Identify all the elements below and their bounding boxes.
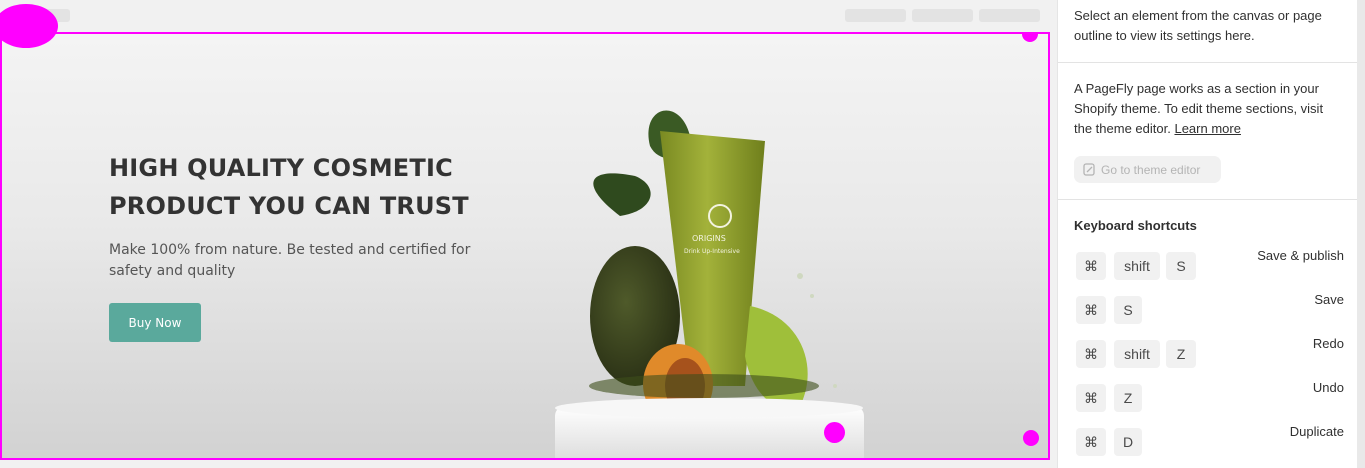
hero-subtitle[interactable]: Make 100% from nature. Be tested and cer…	[109, 240, 509, 282]
theme-editor-label: Go to theme editor	[1101, 162, 1201, 177]
product-brand: ORIGINS	[692, 234, 726, 243]
podium-top	[555, 398, 863, 418]
product-name: Drink Up-Intensive	[684, 248, 740, 255]
shortcut-row-duplicate: ⌘ D Duplicate	[1074, 424, 1344, 458]
buy-now-button[interactable]: Buy Now	[109, 303, 201, 342]
resize-handle-top-right[interactable]	[1022, 34, 1038, 42]
selected-hero-section[interactable]: HIGH QUALITY COSMETIC PRODUCT YOU CAN TR…	[0, 32, 1050, 460]
go-to-theme-editor-button[interactable]: Go to theme editor	[1074, 156, 1221, 183]
key-cmd: ⌘	[1076, 296, 1106, 324]
key-shift: shift	[1114, 252, 1160, 280]
water-drop	[833, 384, 837, 388]
theme-editor-icon	[1083, 163, 1096, 176]
product-image[interactable]: ORIGINS Drink Up-Intensive	[550, 86, 870, 458]
panel-scrollbar[interactable]	[1357, 0, 1365, 468]
key-s: S	[1114, 296, 1142, 324]
shortcut-row-undo: ⌘ Z Undo	[1074, 380, 1344, 414]
shortcut-label: Save	[1314, 292, 1344, 307]
key-s: S	[1166, 252, 1196, 280]
key-z: Z	[1114, 384, 1142, 412]
key-cmd: ⌘	[1076, 252, 1106, 280]
divider	[1058, 62, 1358, 63]
toolbar-placeholder	[979, 9, 1040, 22]
shortcut-row-save: ⌘ S Save	[1074, 292, 1344, 326]
toolbar-placeholder	[912, 9, 973, 22]
settings-panel: Select an element from the canvas or pag…	[1057, 0, 1358, 468]
key-shift: shift	[1114, 340, 1160, 368]
shortcut-row-save-publish: ⌘ shift S Save & publish	[1074, 248, 1344, 282]
key-cmd: ⌘	[1076, 428, 1106, 456]
shortcut-label: Duplicate	[1289, 424, 1344, 439]
key-cmd: ⌘	[1076, 340, 1106, 368]
select-element-hint: Select an element from the canvas or pag…	[1074, 8, 1322, 43]
key-cmd: ⌘	[1076, 384, 1106, 412]
toolbar-placeholder	[845, 9, 906, 22]
shortcuts-title: Keyboard shortcuts	[1074, 218, 1197, 233]
water-drop	[810, 294, 814, 298]
shortcut-row-redo: ⌘ shift Z Redo	[1074, 336, 1344, 370]
resize-handle-bottom[interactable]	[824, 422, 845, 443]
hero-title[interactable]: HIGH QUALITY COSMETIC PRODUCT YOU CAN TR…	[109, 149, 529, 225]
key-d: D	[1114, 428, 1142, 456]
shortcut-label: Save & publish	[1257, 248, 1344, 263]
shortcut-label: Undo	[1312, 380, 1344, 395]
resize-handle-bottom-right[interactable]	[1023, 430, 1039, 446]
learn-more-link[interactable]: Learn more	[1174, 121, 1240, 136]
leaf-shape	[593, 173, 651, 216]
water-drop	[797, 273, 803, 279]
key-z: Z	[1166, 340, 1196, 368]
podium-shadow	[589, 374, 819, 398]
theme-info: A PageFly page works as a section in you…	[1074, 79, 1344, 139]
divider	[1058, 199, 1358, 200]
shortcut-label: Redo	[1312, 336, 1344, 351]
editor-canvas[interactable]: HIGH QUALITY COSMETIC PRODUCT YOU CAN TR…	[0, 0, 1057, 468]
